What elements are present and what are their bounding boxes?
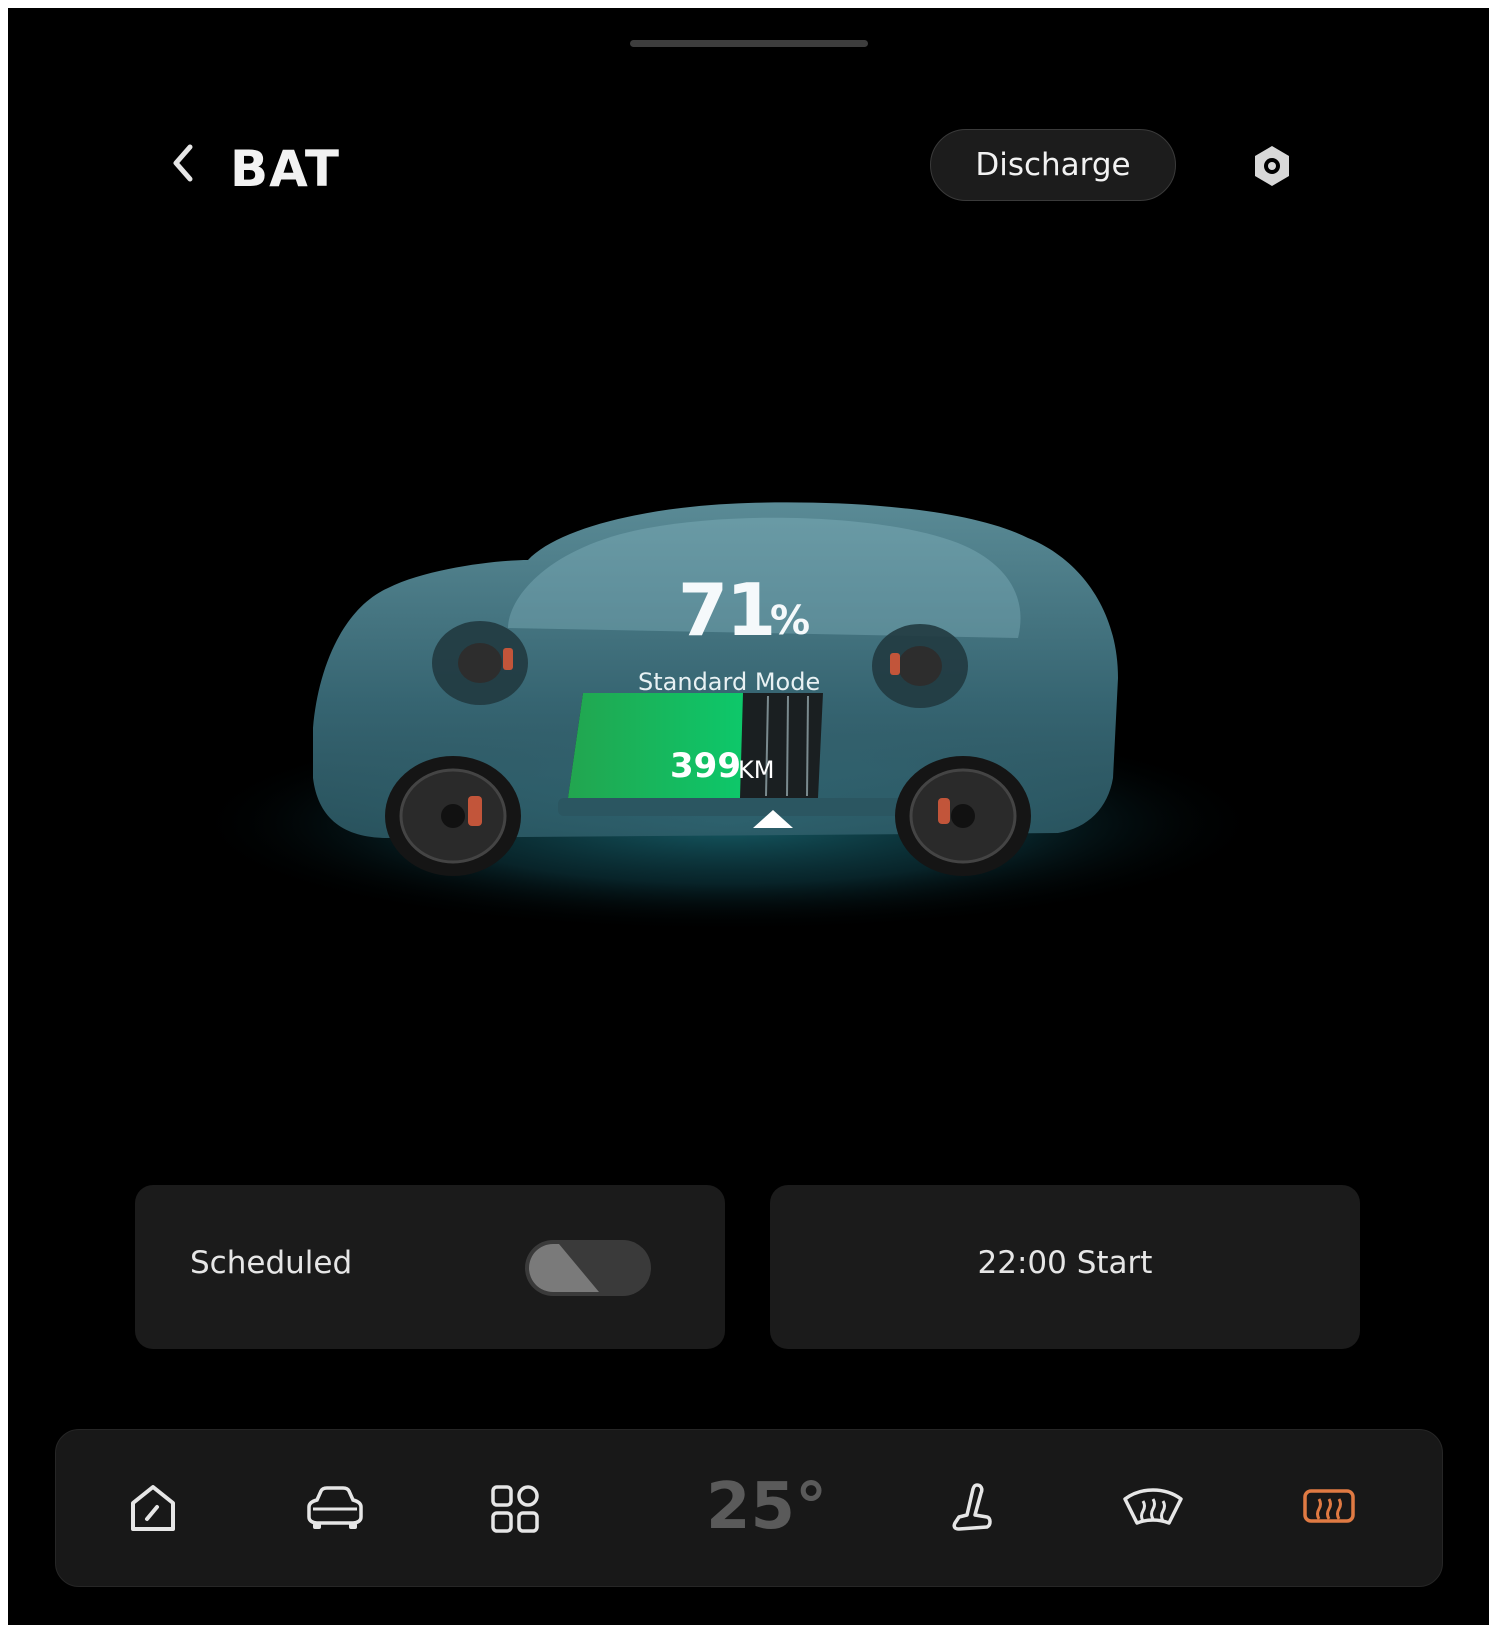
dock-front-defrost-button[interactable] bbox=[1116, 1472, 1190, 1546]
front-defrost-icon bbox=[1123, 1488, 1183, 1525]
range-unit: KM bbox=[738, 756, 775, 784]
rear-left-wheel bbox=[432, 621, 528, 705]
car-icon bbox=[307, 1486, 363, 1529]
dock-seat-button[interactable] bbox=[936, 1472, 1010, 1546]
battery-screen: BAT Discharge 71 % Standard Mode 399 KM … bbox=[8, 8, 1489, 1625]
toggle-knob bbox=[529, 1244, 599, 1292]
scheduled-label: Scheduled bbox=[190, 1245, 353, 1281]
dock-rear-defrost-button[interactable] bbox=[1292, 1472, 1366, 1546]
front-left-wheel bbox=[385, 756, 521, 876]
rear-defrost-icon bbox=[1303, 1489, 1355, 1523]
discharge-button[interactable]: Discharge bbox=[930, 129, 1176, 201]
chevron-left-icon bbox=[173, 144, 193, 182]
dock-apps-button[interactable] bbox=[478, 1472, 552, 1546]
apps-icon bbox=[491, 1485, 539, 1533]
car-battery-illustration bbox=[188, 502, 1268, 933]
drive-mode-label: Standard Mode bbox=[638, 668, 821, 696]
front-right-wheel bbox=[895, 756, 1031, 876]
back-button[interactable] bbox=[158, 138, 208, 188]
settings-button[interactable] bbox=[1248, 142, 1296, 190]
scheduled-toggle[interactable] bbox=[525, 1240, 651, 1296]
range-value: 399 bbox=[670, 746, 741, 786]
rear-right-wheel bbox=[872, 624, 968, 708]
bottom-dock: 25° bbox=[55, 1429, 1443, 1587]
battery-percentage: 71 bbox=[678, 568, 776, 652]
schedule-start-label: 22:00 Start bbox=[977, 1245, 1153, 1281]
page-title: BAT bbox=[230, 140, 341, 198]
battery-percentage-unit: % bbox=[770, 598, 811, 644]
dock-car-button[interactable] bbox=[298, 1472, 372, 1546]
schedule-start-card[interactable]: 22:00 Start bbox=[770, 1185, 1360, 1349]
drag-handle[interactable] bbox=[630, 40, 868, 47]
seat-icon bbox=[952, 1483, 992, 1531]
cabin-temperature[interactable]: 25° bbox=[706, 1470, 827, 1544]
dock-dashboard-button[interactable] bbox=[116, 1472, 190, 1546]
gear-icon bbox=[1255, 146, 1289, 186]
scheduled-card: Scheduled bbox=[135, 1185, 725, 1349]
dashboard-icon bbox=[131, 1485, 175, 1531]
